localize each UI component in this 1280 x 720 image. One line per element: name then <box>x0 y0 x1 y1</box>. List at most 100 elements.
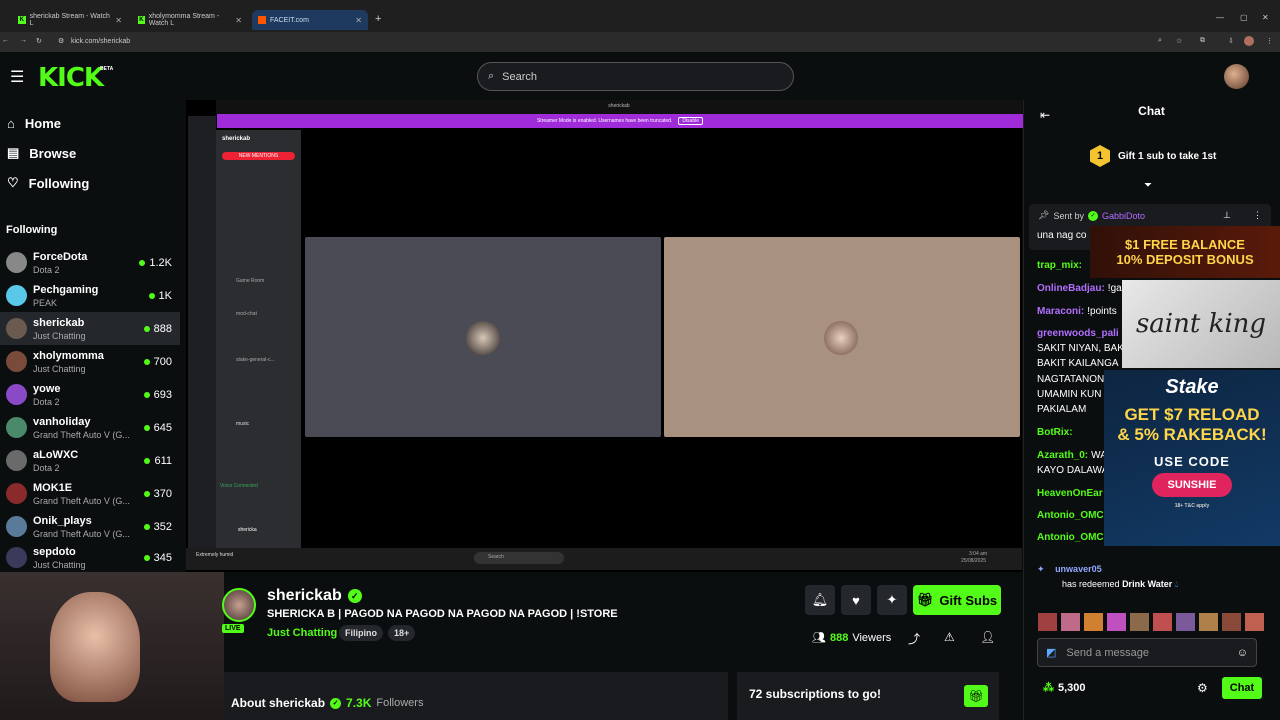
user-avatar[interactable] <box>1224 64 1249 89</box>
subs-goal-card: 72 subscriptions to go! <box>737 672 999 720</box>
pin-toggle-icon[interactable]: ⊥ <box>1223 210 1231 221</box>
hamburger-menu-icon[interactable]: ☰ <box>10 67 24 87</box>
gift-subs-button[interactable]: 🎁︎ Gift Subs <box>913 585 1001 615</box>
gift-goal-button[interactable]: 🎁︎ <box>964 685 988 707</box>
followed-channel[interactable]: aLoWXC Dota 2 611 <box>0 444 180 477</box>
close-window-icon[interactable]: ✕ <box>1262 13 1269 22</box>
emote-icon[interactable] <box>1222 613 1241 631</box>
emote-icon[interactable] <box>1199 613 1218 631</box>
emote-icon[interactable] <box>1130 613 1149 631</box>
minimize-icon[interactable]: — <box>1216 13 1224 22</box>
discord-channel: Game Room <box>236 278 265 284</box>
channel-avatar[interactable] <box>222 588 256 622</box>
reload-icon[interactable]: ↻ <box>36 37 42 45</box>
emote-bar <box>1038 613 1264 631</box>
sidebar-item-home[interactable]: ⌂ Home <box>7 112 61 134</box>
tag-pill[interactable]: Filipino <box>339 625 383 641</box>
new-mentions-pill: NEW MENTIONS <box>222 152 295 160</box>
new-tab-icon[interactable]: + <box>375 13 381 25</box>
emote-icon[interactable] <box>1107 613 1126 631</box>
maximize-icon[interactable]: ▢ <box>1240 13 1248 22</box>
chat-message: KAYO DALAWA <box>1037 464 1108 477</box>
taskbar-date: 25/08/2025 <box>961 558 987 564</box>
share-icon[interactable]: ⤴ <box>908 630 920 647</box>
chat-username[interactable]: Azarath_0: <box>1037 450 1088 461</box>
profile-card-icon[interactable]: 👤︎ <box>980 630 995 644</box>
chat-username[interactable]: HeavenOnEar <box>1037 488 1103 499</box>
chat-username[interactable]: Maraconi: <box>1037 306 1084 317</box>
emoji-icon[interactable]: ☺ <box>1237 647 1248 659</box>
chat-username[interactable]: OnlineBadjau: <box>1037 283 1105 294</box>
close-icon[interactable]: ✕ <box>355 16 362 25</box>
emote-icon[interactable] <box>1038 613 1057 631</box>
channel-category: Grand Theft Auto V (G... <box>33 495 130 506</box>
sidebar-item-following[interactable]: ♡ Following <box>7 172 89 194</box>
kick-logo[interactable]: KICK <box>38 63 104 93</box>
profile-icon[interactable] <box>1244 36 1254 46</box>
verified-icon: ✓ <box>330 697 342 709</box>
search-input[interactable]: ⌕ Search <box>477 62 794 91</box>
browser-tab[interactable]: K xholymomma Stream - Watch L ✕ <box>132 10 248 30</box>
downloads-icon[interactable]: ⇩ <box>1228 37 1234 45</box>
followed-channel[interactable]: ForceDota Dota 2 1.2K <box>0 246 180 279</box>
chat-username[interactable]: Antonio_OMC <box>1037 532 1104 543</box>
kick-points-icon[interactable]: ◩ <box>1046 646 1056 659</box>
chat-header: Chat <box>1023 104 1280 126</box>
more-options-icon[interactable]: ⋮ <box>1253 210 1262 221</box>
category-link[interactable]: Just Chatting <box>267 627 337 639</box>
followed-channel[interactable]: Onik_plays Grand Theft Auto V (G... 352 <box>0 510 180 543</box>
stake-ad[interactable]: Stake GET $7 RELOAD & 5% RAKEBACK! USE C… <box>1104 370 1280 546</box>
chat-username[interactable]: greenwoods_pali <box>1037 328 1119 339</box>
chat-settings-icon[interactable]: ⚙ <box>1197 681 1208 695</box>
emote-icon[interactable] <box>1084 613 1103 631</box>
extensions-icon[interactable]: ⧉ <box>1200 37 1205 45</box>
chat-send-button[interactable]: Chat <box>1222 677 1262 699</box>
sparkle-button[interactable]: ✦ <box>877 585 907 615</box>
followed-channel[interactable]: MOK1E Grand Theft Auto V (G... 370 <box>0 477 180 510</box>
emote-icon[interactable] <box>1245 613 1264 631</box>
followed-channel[interactable]: Pechgaming PEAK 1K <box>0 279 180 312</box>
followed-channel[interactable]: xholymomma Just Chatting 700 <box>0 345 180 378</box>
subs-goal-text: 72 subscriptions to go! <box>749 687 882 701</box>
chat-username[interactable]: trap_mix: <box>1037 260 1082 271</box>
chat-username[interactable]: Antonio_OMC <box>1037 510 1104 521</box>
site-info-icon[interactable]: ⚙ <box>58 37 64 45</box>
chat-message-input[interactable]: ◩ Send a message ☺ <box>1037 638 1257 667</box>
brand-ad[interactable]: saint king <box>1122 280 1280 368</box>
avatar <box>6 384 27 405</box>
casino-ad[interactable]: $1 FREE BALANCE 10% DEPOSIT BONUS <box>1090 226 1280 278</box>
chat-username[interactable]: BotRix: <box>1037 427 1073 438</box>
close-icon[interactable]: ✕ <box>235 16 242 25</box>
menu-icon[interactable]: ⋮ <box>1266 37 1273 45</box>
emote-icon[interactable] <box>1176 613 1195 631</box>
close-icon[interactable]: ✕ <box>115 16 122 25</box>
live-dot-icon <box>143 424 150 431</box>
discord-channel-list: sherickab NEW MENTIONS Game Room mod-cha… <box>216 130 301 548</box>
star-icon[interactable]: ☆ <box>1176 37 1182 45</box>
channel-points[interactable]: ⁂ 5,300 <box>1043 681 1086 695</box>
follow-button[interactable]: ♥ <box>841 585 871 615</box>
followed-channel[interactable]: vanholiday Grand Theft Auto V (G... 645 <box>0 411 180 444</box>
zoom-icon[interactable]: ⌕ <box>1158 37 1162 45</box>
forward-icon[interactable]: → <box>20 37 27 44</box>
browser-tab[interactable]: K sherickab Stream - Watch L ✕ <box>12 10 128 30</box>
viewer-count: 370 <box>143 488 172 500</box>
avatar <box>6 285 27 306</box>
followed-channel-active[interactable]: sherickab Just Chatting 888 <box>0 312 180 345</box>
notifications-button[interactable]: 🔔︎ <box>805 585 835 615</box>
report-icon[interactable]: ⚠ <box>944 630 955 644</box>
emote-icon[interactable] <box>1153 613 1172 631</box>
viewer-count: 1K <box>148 290 172 302</box>
browser-tab-active[interactable]: FACEIT.com ✕ <box>252 10 368 30</box>
expand-icon[interactable]: ⏷ <box>1144 180 1152 191</box>
sidebar-item-browse[interactable]: ▤ Browse <box>7 142 76 164</box>
followed-channel[interactable]: sepdoto Just Chatting 345 <box>0 543 180 572</box>
emote-icon[interactable] <box>1061 613 1080 631</box>
channel-name: vanholiday <box>33 415 91 428</box>
tag-pill[interactable]: 18+ <box>388 625 416 641</box>
followed-channel[interactable]: yowe Dota 2 693 <box>0 378 180 411</box>
back-icon[interactable]: ← <box>2 37 9 44</box>
gift-leaderboard-prompt[interactable]: 1 Gift 1 sub to take 1st <box>1090 145 1216 167</box>
url-field[interactable]: kick.com/sherickab <box>71 38 130 45</box>
brand-logo-text: saint king <box>1135 309 1267 339</box>
